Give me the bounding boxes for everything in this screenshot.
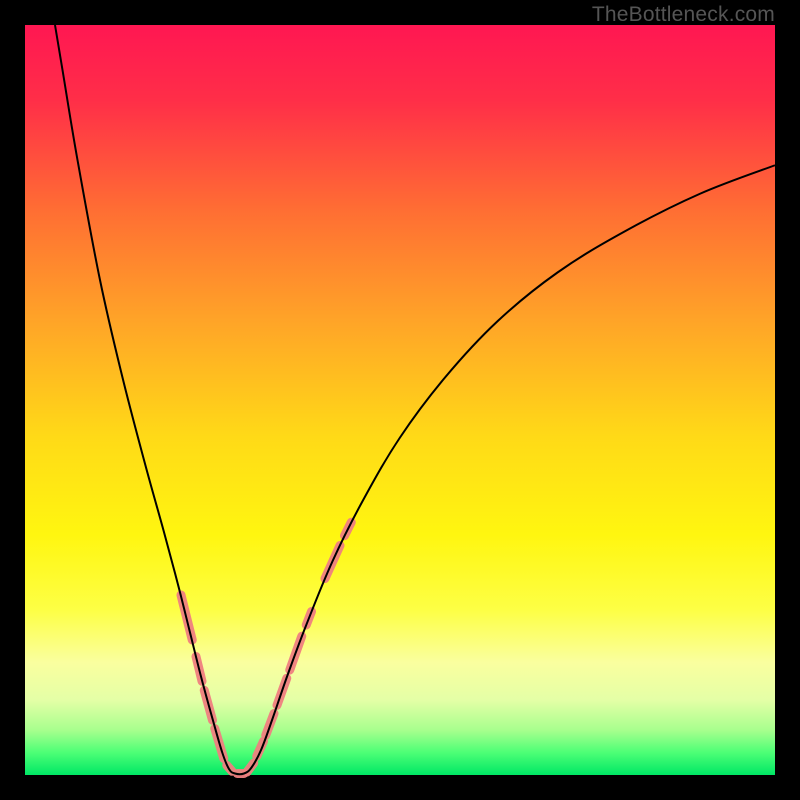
- bottleneck-curve: [55, 25, 775, 774]
- plot-area: [25, 25, 775, 775]
- watermark-text: TheBottleneck.com: [592, 3, 775, 27]
- curve-layer: [25, 25, 775, 775]
- chart-container: TheBottleneck.com: [0, 0, 800, 800]
